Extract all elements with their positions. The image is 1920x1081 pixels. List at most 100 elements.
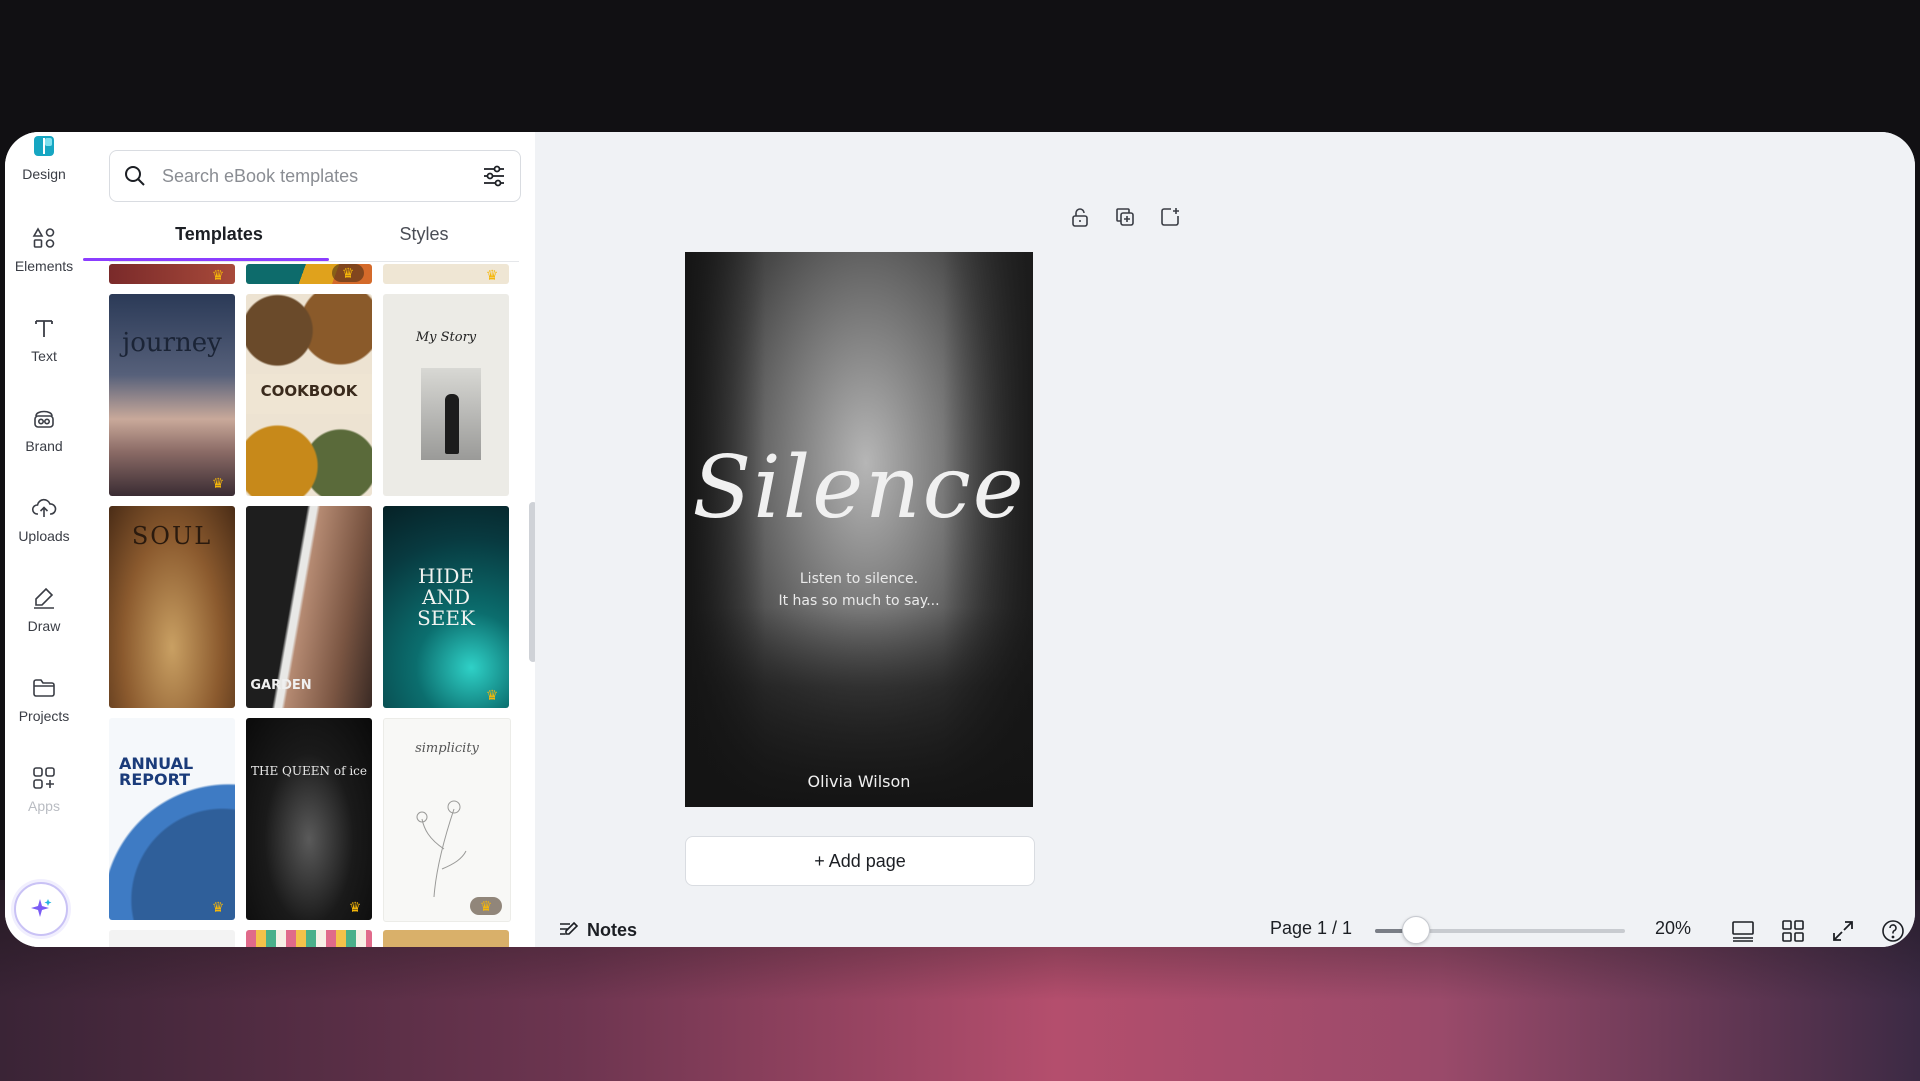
template-title: COOKBOOK [260, 382, 358, 400]
template-title: HIDE AND SEEK [417, 564, 475, 630]
canvas-area: Silence Listen to silence. It has so muc… [535, 132, 1915, 947]
apps-icon [30, 764, 58, 792]
premium-crown-icon: ♛ [485, 687, 499, 703]
sidebar-item-design[interactable]: Design [5, 132, 83, 212]
add-page-icon [1161, 208, 1179, 226]
sidebar-item-label: Elements [14, 258, 74, 274]
page-view-button[interactable] [1727, 915, 1759, 947]
magic-button[interactable] [14, 882, 68, 936]
template-title: ANNUAL REPORT [119, 754, 194, 789]
duplicate-page-button[interactable] [1110, 202, 1140, 232]
subtitle-line: Listen to silence. [799, 571, 919, 587]
flower-drawing [416, 800, 467, 898]
premium-crown-icon: ♛ [211, 475, 225, 491]
help-button[interactable] [1877, 915, 1909, 947]
template-thumb[interactable] [246, 930, 372, 947]
filter-icon[interactable] [478, 160, 510, 192]
sidebar-item-label: Uploads [18, 528, 70, 544]
sidebar-item-label: Brand [25, 438, 63, 454]
template-title: journey [122, 328, 222, 358]
grid-view-icon [1782, 920, 1804, 942]
lock-page-button[interactable] [1065, 202, 1095, 232]
help-icon [1882, 920, 1904, 942]
active-tab-indicator [83, 258, 329, 261]
sidebar-item-apps[interactable]: Apps [5, 764, 83, 844]
page-subtitle[interactable]: Listen to silence. It has so much to say… [685, 568, 1033, 612]
notes-icon [560, 921, 579, 935]
design-icon [30, 132, 58, 160]
sidebar-rail: Design Elements Text Brand Uploads Draw … [5, 132, 83, 947]
template-thumb[interactable]: ♛ [383, 264, 509, 284]
tab-styles[interactable]: Styles [329, 214, 519, 254]
text-icon [30, 314, 58, 342]
template-thumb[interactable]: ♛ [246, 264, 372, 284]
template-title: simplicity [415, 741, 479, 756]
sidebar-item-elements[interactable]: Elements [5, 224, 83, 304]
page-title[interactable]: Silence [685, 438, 1033, 538]
template-thumb-hide-and-seek[interactable]: HIDE AND SEEK ♛ [383, 506, 509, 708]
lock-icon [1072, 208, 1088, 227]
template-title: THE QUEEN of ice [251, 764, 367, 778]
template-title: SOUL [131, 522, 213, 550]
template-thumb-annual-report[interactable]: ANNUAL REPORT ♛ [109, 718, 235, 920]
page-author[interactable]: Olivia Wilson [685, 772, 1033, 791]
search-icon [120, 161, 150, 191]
template-thumb-journey[interactable]: journey ♛ [109, 294, 235, 496]
fullscreen-button[interactable] [1827, 915, 1859, 947]
template-thumb[interactable] [383, 930, 509, 947]
notes-label: Notes [587, 919, 638, 940]
template-grid: ♛ ♛ ♛ journey ♛ COOKBOOK My Story SOUL G… [109, 264, 519, 947]
notes-button[interactable]: Notes [557, 915, 637, 945]
page-view-icon [1732, 921, 1754, 942]
template-thumb-soul[interactable]: SOUL [109, 506, 235, 708]
tab-divider [109, 261, 519, 262]
template-title: GARDEN [250, 678, 312, 693]
template-thumb-cookbook[interactable]: COOKBOOK [246, 294, 372, 496]
cloud-upload-icon [30, 494, 58, 522]
sidebar-item-label: Text [31, 348, 57, 364]
sidebar-item-text[interactable]: Text [5, 314, 83, 394]
sparkle-icon [31, 899, 52, 917]
zoom-value[interactable]: 20% [1655, 918, 1691, 939]
tab-templates[interactable]: Templates [109, 214, 329, 254]
premium-crown-icon: ♛ [470, 897, 502, 915]
template-thumb-simplicity[interactable]: simplicity ♛ [383, 718, 511, 922]
template-thumb[interactable]: ♛ [109, 264, 235, 284]
template-thumb-my-story[interactable]: My Story [383, 294, 509, 496]
template-thumb-garden[interactable]: GARDEN [246, 506, 372, 708]
search-input[interactable] [160, 164, 478, 188]
panel-tabs: Templates Styles [109, 214, 519, 254]
search-box[interactable] [109, 150, 521, 202]
sidebar-item-projects[interactable]: Projects [5, 674, 83, 754]
pen-icon [30, 584, 58, 612]
subtitle-line: It has so much to say... [778, 593, 940, 609]
sidebar-item-label: Draw [27, 618, 61, 634]
folder-icon [30, 674, 58, 702]
premium-crown-icon: ♛ [211, 899, 225, 915]
premium-crown-icon: ♛ [332, 264, 364, 282]
add-page-toolbar-button[interactable] [1155, 202, 1185, 232]
page-count: Page 1 / 1 [1270, 918, 1353, 938]
duplicate-icon [1116, 208, 1134, 226]
shapes-icon [30, 224, 58, 252]
sidebar-item-label: Design [22, 166, 66, 182]
premium-crown-icon: ♛ [348, 899, 362, 915]
expand-icon [1833, 921, 1853, 941]
app-window: Design Elements Text Brand Uploads Draw … [5, 132, 1915, 947]
design-page[interactable]: Silence Listen to silence. It has so muc… [685, 252, 1033, 807]
sidebar-item-uploads[interactable]: Uploads [5, 494, 83, 574]
templates-panel: Templates Styles ♛ ♛ ♛ journey ♛ COOKB [83, 132, 537, 947]
sidebar-item-label: Apps [28, 798, 60, 814]
brand-icon [30, 404, 58, 432]
grid-view-button[interactable] [1777, 915, 1809, 947]
zoom-slider-handle[interactable] [1402, 916, 1430, 944]
sidebar-item-draw[interactable]: Draw [5, 584, 83, 664]
premium-crown-icon: ♛ [211, 267, 225, 283]
sidebar-item-brand[interactable]: Brand [5, 404, 83, 484]
template-title: My Story [415, 330, 477, 345]
add-page-button[interactable]: + Add page [685, 836, 1035, 886]
template-thumb-queen-of-ice[interactable]: THE QUEEN of ice ♛ [246, 718, 372, 920]
sidebar-item-label: Projects [18, 708, 70, 724]
template-thumb[interactable] [109, 930, 235, 947]
premium-crown-icon: ♛ [485, 267, 499, 283]
